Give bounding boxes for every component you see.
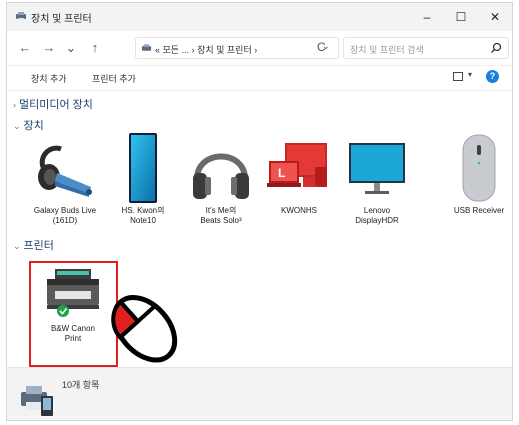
refresh-button[interactable]: C xyxy=(317,40,326,54)
devices-and-printers-window: 장치 및 프린터 – ☐ ✕ ← → ⌄ ↑ « 모든 ... › 장치 및 프… xyxy=(6,2,513,421)
command-bar: 장치 추가 프린터 추가 ▾ ? xyxy=(7,66,512,91)
add-printer-button[interactable]: 프린터 추가 xyxy=(92,72,136,85)
headphones-icon xyxy=(193,153,249,199)
device-label: It's Me의 Beats Solo³ xyxy=(200,206,242,225)
window-title: 장치 및 프린터 xyxy=(31,14,92,25)
device-lenovo-monitor[interactable]: Lenovo DisplayHDR xyxy=(341,137,413,226)
chevron-down-icon[interactable]: ⌄ xyxy=(13,121,21,131)
view-dropdown-icon[interactable]: ▾ xyxy=(468,70,472,79)
navigation-bar: ← → ⌄ ↑ « 모든 ... › 장치 및 프린터 › ⌄ C 장치 및 프… xyxy=(7,31,512,66)
headset-icon xyxy=(38,145,92,197)
device-label: Lenovo DisplayHDR xyxy=(355,206,399,225)
up-button[interactable]: ↑ xyxy=(87,40,103,56)
monitor-icon xyxy=(349,143,405,194)
section-devices[interactable]: ⌄ 장치 xyxy=(13,117,44,133)
breadcrumb[interactable]: « 모든 ... › 장치 및 프린터 › xyxy=(155,43,257,56)
phone-icon xyxy=(129,133,157,203)
device-beats-solo[interactable]: It's Me의 Beats Solo³ xyxy=(185,137,257,226)
device-kwonhs[interactable]: L KWONHS xyxy=(263,137,335,216)
device-label: HS. Kwon의 Note10 xyxy=(121,206,165,225)
device-label: KWONHS xyxy=(281,206,317,215)
forward-button[interactable]: → xyxy=(41,40,57,56)
item-count: 10개 항목 xyxy=(62,380,100,390)
help-icon[interactable]: ? xyxy=(486,70,499,83)
computer-icon: L xyxy=(267,143,327,187)
section-multimedia[interactable]: › 멀티미디어 장치 xyxy=(13,96,93,112)
device-note10[interactable]: HS. Kwon의 Note10 xyxy=(107,133,179,226)
section-printers[interactable]: ⌄ 프린터 xyxy=(13,237,54,253)
chevron-right-icon[interactable]: › xyxy=(13,100,16,110)
device-galaxy-buds[interactable]: Galaxy Buds Live (161D) xyxy=(29,137,101,226)
location-icon xyxy=(141,44,152,51)
search-input[interactable]: 장치 및 프린터 검색 xyxy=(350,43,424,56)
chevron-down-icon[interactable]: ⌄ xyxy=(13,241,21,251)
mouse-click-illustration-icon xyxy=(111,295,178,363)
search-box[interactable]: 장치 및 프린터 검색 xyxy=(343,37,509,59)
title-bar: 장치 및 프린터 – ☐ ✕ xyxy=(7,3,512,31)
device-label: Galaxy Buds Live (161D) xyxy=(33,206,97,225)
search-icon[interactable] xyxy=(490,42,502,54)
devices-printers-large-icon xyxy=(21,386,53,416)
maximize-button[interactable]: ☐ xyxy=(444,3,478,31)
view-options-icon[interactable] xyxy=(453,72,463,81)
device-usb-receiver[interactable]: USB Receiver xyxy=(443,133,512,216)
address-bar[interactable]: « 모든 ... › 장치 및 프린터 › ⌄ xyxy=(135,37,339,59)
add-device-button[interactable]: 장치 추가 xyxy=(31,72,67,85)
mouse-icon xyxy=(462,134,496,202)
back-button[interactable]: ← xyxy=(17,40,33,56)
device-label: USB Receiver xyxy=(453,206,505,215)
minimize-button[interactable]: – xyxy=(410,3,444,31)
devices-printers-app-icon xyxy=(16,12,26,20)
svg-text:L: L xyxy=(278,166,285,180)
close-button[interactable]: ✕ xyxy=(478,3,512,31)
recent-locations-button[interactable]: ⌄ xyxy=(63,40,79,56)
details-pane: 10개 항목 xyxy=(7,367,512,420)
